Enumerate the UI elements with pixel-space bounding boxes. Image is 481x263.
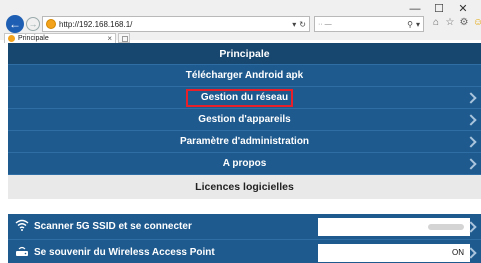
menu-item-label: Télécharger Android apk [185, 70, 304, 81]
page-content: Principale Télécharger Android apk Gesti… [8, 43, 481, 263]
chevron-right-icon [467, 109, 479, 131]
menu-item-device-management[interactable]: Gestion d'appareils [8, 109, 481, 131]
tab-title: Principale [18, 34, 49, 42]
settings-gear-icon[interactable]: ⚙ [458, 16, 470, 30]
menu-item-label: A propos [222, 158, 267, 169]
menu-item-download-apk[interactable]: Télécharger Android apk [8, 65, 481, 87]
blurred-value [428, 223, 464, 230]
menu-item-about[interactable]: A propos [8, 153, 481, 175]
favorites-star-icon[interactable]: ☆ [444, 16, 456, 30]
smiley-feedback-icon[interactable]: ☺ [472, 16, 481, 30]
forward-button[interactable]: → [26, 17, 40, 31]
chevron-right-icon [467, 153, 479, 175]
router-icon [12, 245, 32, 260]
chevron-right-icon [467, 131, 479, 153]
search-icon[interactable]: ⚲ [407, 20, 413, 29]
back-button[interactable]: ← [6, 15, 24, 33]
ie-page-icon [46, 19, 56, 29]
dropdown-icon[interactable]: ▾ [292, 20, 296, 29]
tab-page-icon [8, 35, 15, 42]
refresh-icon[interactable]: ↻ [299, 20, 306, 29]
menu-item-label: Gestion du réseau [200, 92, 289, 103]
menu-item-label: Gestion d'appareils [198, 114, 291, 125]
chevron-right-icon [467, 87, 479, 109]
setting-value-field[interactable] [318, 218, 470, 236]
minimize-button[interactable]: — [403, 2, 427, 16]
setting-scan-5g-ssid[interactable]: Scanner 5G SSID et se connecter [8, 214, 481, 240]
window-controls: — ☐ ✕ [403, 2, 475, 16]
search-box[interactable]: ·· — ⚲ ▾ [314, 16, 424, 32]
browser-tools: ⌂ ☆ ⚙ ☺ [430, 16, 481, 30]
tab-principale[interactable]: Principale × [4, 33, 116, 43]
wifi-icon [12, 219, 32, 234]
menu-item-admin-settings[interactable]: Paramètre d'administration [8, 131, 481, 153]
close-button[interactable]: ✕ [451, 2, 475, 16]
menu-item-network-management[interactable]: Gestion du réseau [8, 87, 481, 109]
chevron-right-icon [467, 214, 479, 240]
chevron-right-icon [467, 240, 479, 263]
home-icon[interactable]: ⌂ [430, 16, 442, 30]
new-tab-button[interactable] [118, 33, 130, 43]
menu-header: Principale [8, 43, 481, 65]
section-gap [8, 199, 481, 214]
tab-close-icon[interactable]: × [107, 34, 112, 43]
address-bar[interactable]: http://192.168.168.1/ ▾ ↻ [42, 16, 310, 32]
address-url[interactable]: http://192.168.168.1/ [59, 20, 289, 29]
setting-remember-access-point[interactable]: Se souvenir du Wireless Access Point ON [8, 240, 481, 263]
search-dropdown-icon[interactable]: ▾ [416, 20, 420, 29]
browser-chrome: — ☐ ✕ ← → http://192.168.168.1/ ▾ ↻ ·· —… [0, 0, 481, 43]
software-licences-link[interactable]: Licences logicielles [8, 175, 481, 199]
setting-value[interactable]: ON [318, 244, 470, 262]
search-input[interactable]: ·· — [318, 21, 404, 28]
tab-row: Principale × [0, 33, 481, 43]
maximize-button[interactable]: ☐ [427, 2, 451, 16]
menu-item-label: Paramètre d'administration [179, 136, 310, 147]
